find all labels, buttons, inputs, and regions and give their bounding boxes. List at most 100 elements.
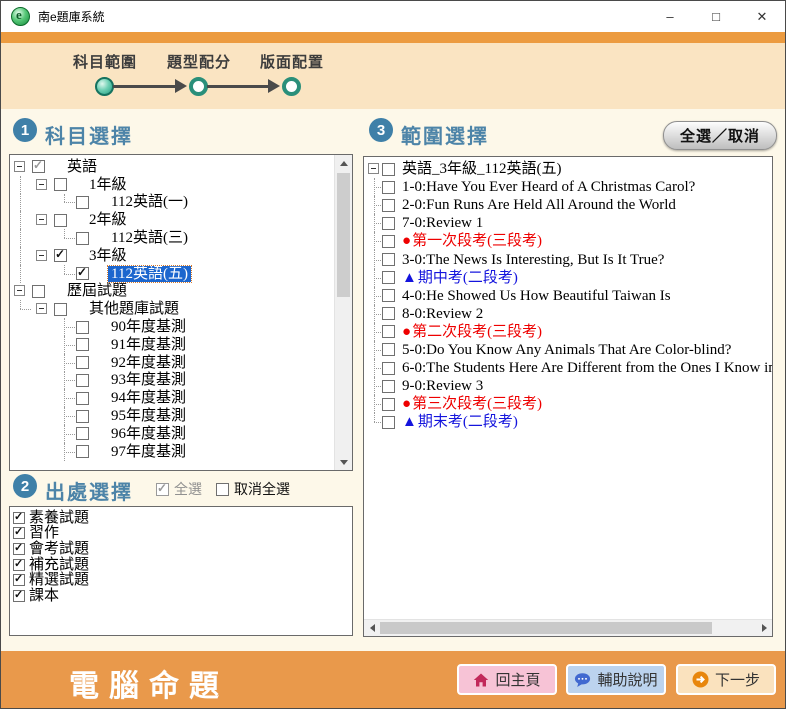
checkbox[interactable] (382, 416, 395, 429)
tree-item-label[interactable]: 8-0:Review 2 (399, 306, 486, 322)
tree-item-label[interactable]: 93年度基測 (108, 372, 189, 388)
tree-item[interactable]: ●第一次段考(三段考) (364, 232, 772, 250)
checkbox[interactable] (382, 325, 395, 338)
checkbox[interactable] (382, 271, 395, 284)
scrollbar-thumb[interactable] (337, 173, 350, 297)
tree-item[interactable]: 5-0:Do You Know Any Animals That Are Col… (364, 341, 772, 359)
tree-item-label[interactable]: 7-0:Review 1 (399, 215, 486, 231)
tree-item[interactable]: 9-0:Review 3 (364, 377, 772, 395)
tree-item-label[interactable]: 4-0:He Showed Us How Beautiful Taiwan Is (399, 288, 674, 304)
scroll-left-button[interactable] (364, 620, 380, 636)
tree-item[interactable]: 90年度基測 (10, 318, 335, 336)
expand-toggle[interactable] (32, 176, 54, 194)
checkbox[interactable] (13, 590, 25, 602)
expand-minus-icon[interactable] (36, 250, 47, 261)
checkbox[interactable] (382, 217, 395, 230)
tree-item[interactable]: ▲期末考(二段考) (364, 413, 772, 431)
checkbox[interactable] (13, 512, 25, 524)
tree-item[interactable]: 6-0:The Students Here Are Different from… (364, 359, 772, 377)
expand-toggle[interactable] (10, 158, 32, 176)
checkbox[interactable] (382, 398, 395, 411)
select-all-checkbox[interactable] (156, 483, 169, 496)
tree-item[interactable]: 英語_3年級_112英語(五) (364, 160, 772, 178)
checkbox[interactable] (13, 543, 25, 555)
subject-tree-scrollbar[interactable] (334, 155, 352, 470)
tree-item-label[interactable]: 6-0:The Students Here Are Different from… (399, 360, 772, 376)
checkbox[interactable] (76, 321, 89, 334)
tree-item-label[interactable]: 112英語(三) (108, 230, 191, 246)
checkbox[interactable] (76, 374, 89, 387)
checkbox[interactable] (32, 160, 45, 173)
tree-item[interactable]: 92年度基測 (10, 354, 335, 372)
tree-item-label[interactable]: 5-0:Do You Know Any Animals That Are Col… (399, 342, 734, 358)
expand-toggle[interactable] (32, 300, 54, 318)
expand-toggle[interactable] (32, 211, 54, 229)
tree-item-label[interactable]: 歷屆試題 (64, 283, 130, 299)
checkbox[interactable] (382, 343, 395, 356)
checkbox[interactable] (76, 427, 89, 440)
checkbox[interactable] (76, 338, 89, 351)
checkbox[interactable] (382, 163, 395, 176)
deselect-all-checkbox[interactable] (216, 483, 229, 496)
tree-item[interactable]: 112英語(一) (10, 194, 335, 212)
tree-item[interactable]: 112英語(三) (10, 229, 335, 247)
tree-item-label[interactable]: 92年度基測 (108, 355, 189, 371)
tree-item-label[interactable]: 97年度基測 (108, 444, 189, 460)
tree-item[interactable]: ●第二次段考(三段考) (364, 323, 772, 341)
tree-item-label[interactable]: ▲期末考(二段考) (399, 414, 521, 430)
checkbox[interactable] (76, 392, 89, 405)
expand-toggle[interactable] (364, 160, 382, 178)
list-item[interactable]: 補充試題 (10, 557, 352, 573)
tree-item-label[interactable]: ●第三次段考(三段考) (399, 396, 545, 412)
tree-item[interactable]: 7-0:Review 1 (364, 214, 772, 232)
list-item[interactable]: 會考試題 (10, 541, 352, 557)
tree-item-label[interactable]: ●第二次段考(三段考) (399, 324, 545, 340)
tree-item[interactable]: 其他題庫試題 (10, 300, 335, 318)
tree-item[interactable]: 95年度基測 (10, 407, 335, 425)
tree-item-label[interactable]: 3-0:The News Is Interesting, But Is It T… (399, 252, 667, 268)
expand-toggle[interactable] (10, 283, 32, 301)
tree-item[interactable]: 2-0:Fun Runs Are Held All Around the Wor… (364, 196, 772, 214)
scroll-down-button[interactable] (335, 454, 352, 470)
expand-toggle[interactable] (32, 247, 54, 265)
tree-item[interactable]: ▲期中考(二段考) (364, 269, 772, 287)
tree-item-label[interactable]: 94年度基測 (108, 390, 189, 406)
list-item[interactable]: 課本 (10, 588, 352, 604)
tree-item-label[interactable]: 91年度基測 (108, 337, 189, 353)
tree-item-label[interactable]: 1-0:Have You Ever Heard of A Christmas C… (399, 179, 698, 195)
checkbox[interactable] (382, 362, 395, 375)
tree-item-label[interactable]: 英語_3年級_112英語(五) (399, 161, 564, 177)
tree-item-label[interactable]: ▲期中考(二段考) (399, 270, 521, 286)
tree-item[interactable]: 3年級 (10, 247, 335, 265)
expand-minus-icon[interactable] (14, 285, 25, 296)
checkbox[interactable] (54, 214, 67, 227)
tree-item-label[interactable]: ●第一次段考(三段考) (399, 233, 545, 249)
tree-item-label[interactable]: 112英語(一) (108, 194, 191, 210)
tree-item-label[interactable]: 1年級 (86, 177, 130, 193)
expand-minus-icon[interactable] (368, 163, 379, 174)
scrollbar-thumb[interactable] (380, 622, 712, 634)
tree-item[interactable]: 94年度基測 (10, 389, 335, 407)
checkbox[interactable] (76, 267, 89, 280)
tree-item-label[interactable]: 96年度基測 (108, 426, 189, 442)
select-all-toggle-button[interactable]: 全選／取消 (663, 121, 777, 150)
tree-item[interactable]: 4-0:He Showed Us How Beautiful Taiwan Is (364, 287, 772, 305)
tree-item-label[interactable]: 其他題庫試題 (86, 301, 182, 317)
checkbox[interactable] (382, 235, 395, 248)
tree-item-label[interactable]: 3年級 (86, 248, 130, 264)
tree-item[interactable]: 97年度基測 (10, 443, 335, 461)
minimize-button[interactable]: – (647, 1, 693, 32)
checkbox[interactable] (13, 559, 25, 571)
tree-item[interactable]: 3-0:The News Is Interesting, But Is It T… (364, 250, 772, 268)
tree-item-label[interactable]: 2-0:Fun Runs Are Held All Around the Wor… (399, 197, 679, 213)
tree-item-label[interactable]: 2年級 (86, 212, 130, 228)
expand-minus-icon[interactable] (36, 179, 47, 190)
expand-minus-icon[interactable] (36, 303, 47, 314)
help-button[interactable]: 輔助說明 (566, 664, 666, 695)
tree-item-label[interactable]: 112英語(五) (108, 266, 191, 282)
checkbox[interactable] (76, 232, 89, 245)
checkbox[interactable] (13, 527, 25, 539)
checkbox[interactable] (382, 199, 395, 212)
expand-minus-icon[interactable] (14, 161, 25, 172)
tree-item-label[interactable]: 95年度基測 (108, 408, 189, 424)
